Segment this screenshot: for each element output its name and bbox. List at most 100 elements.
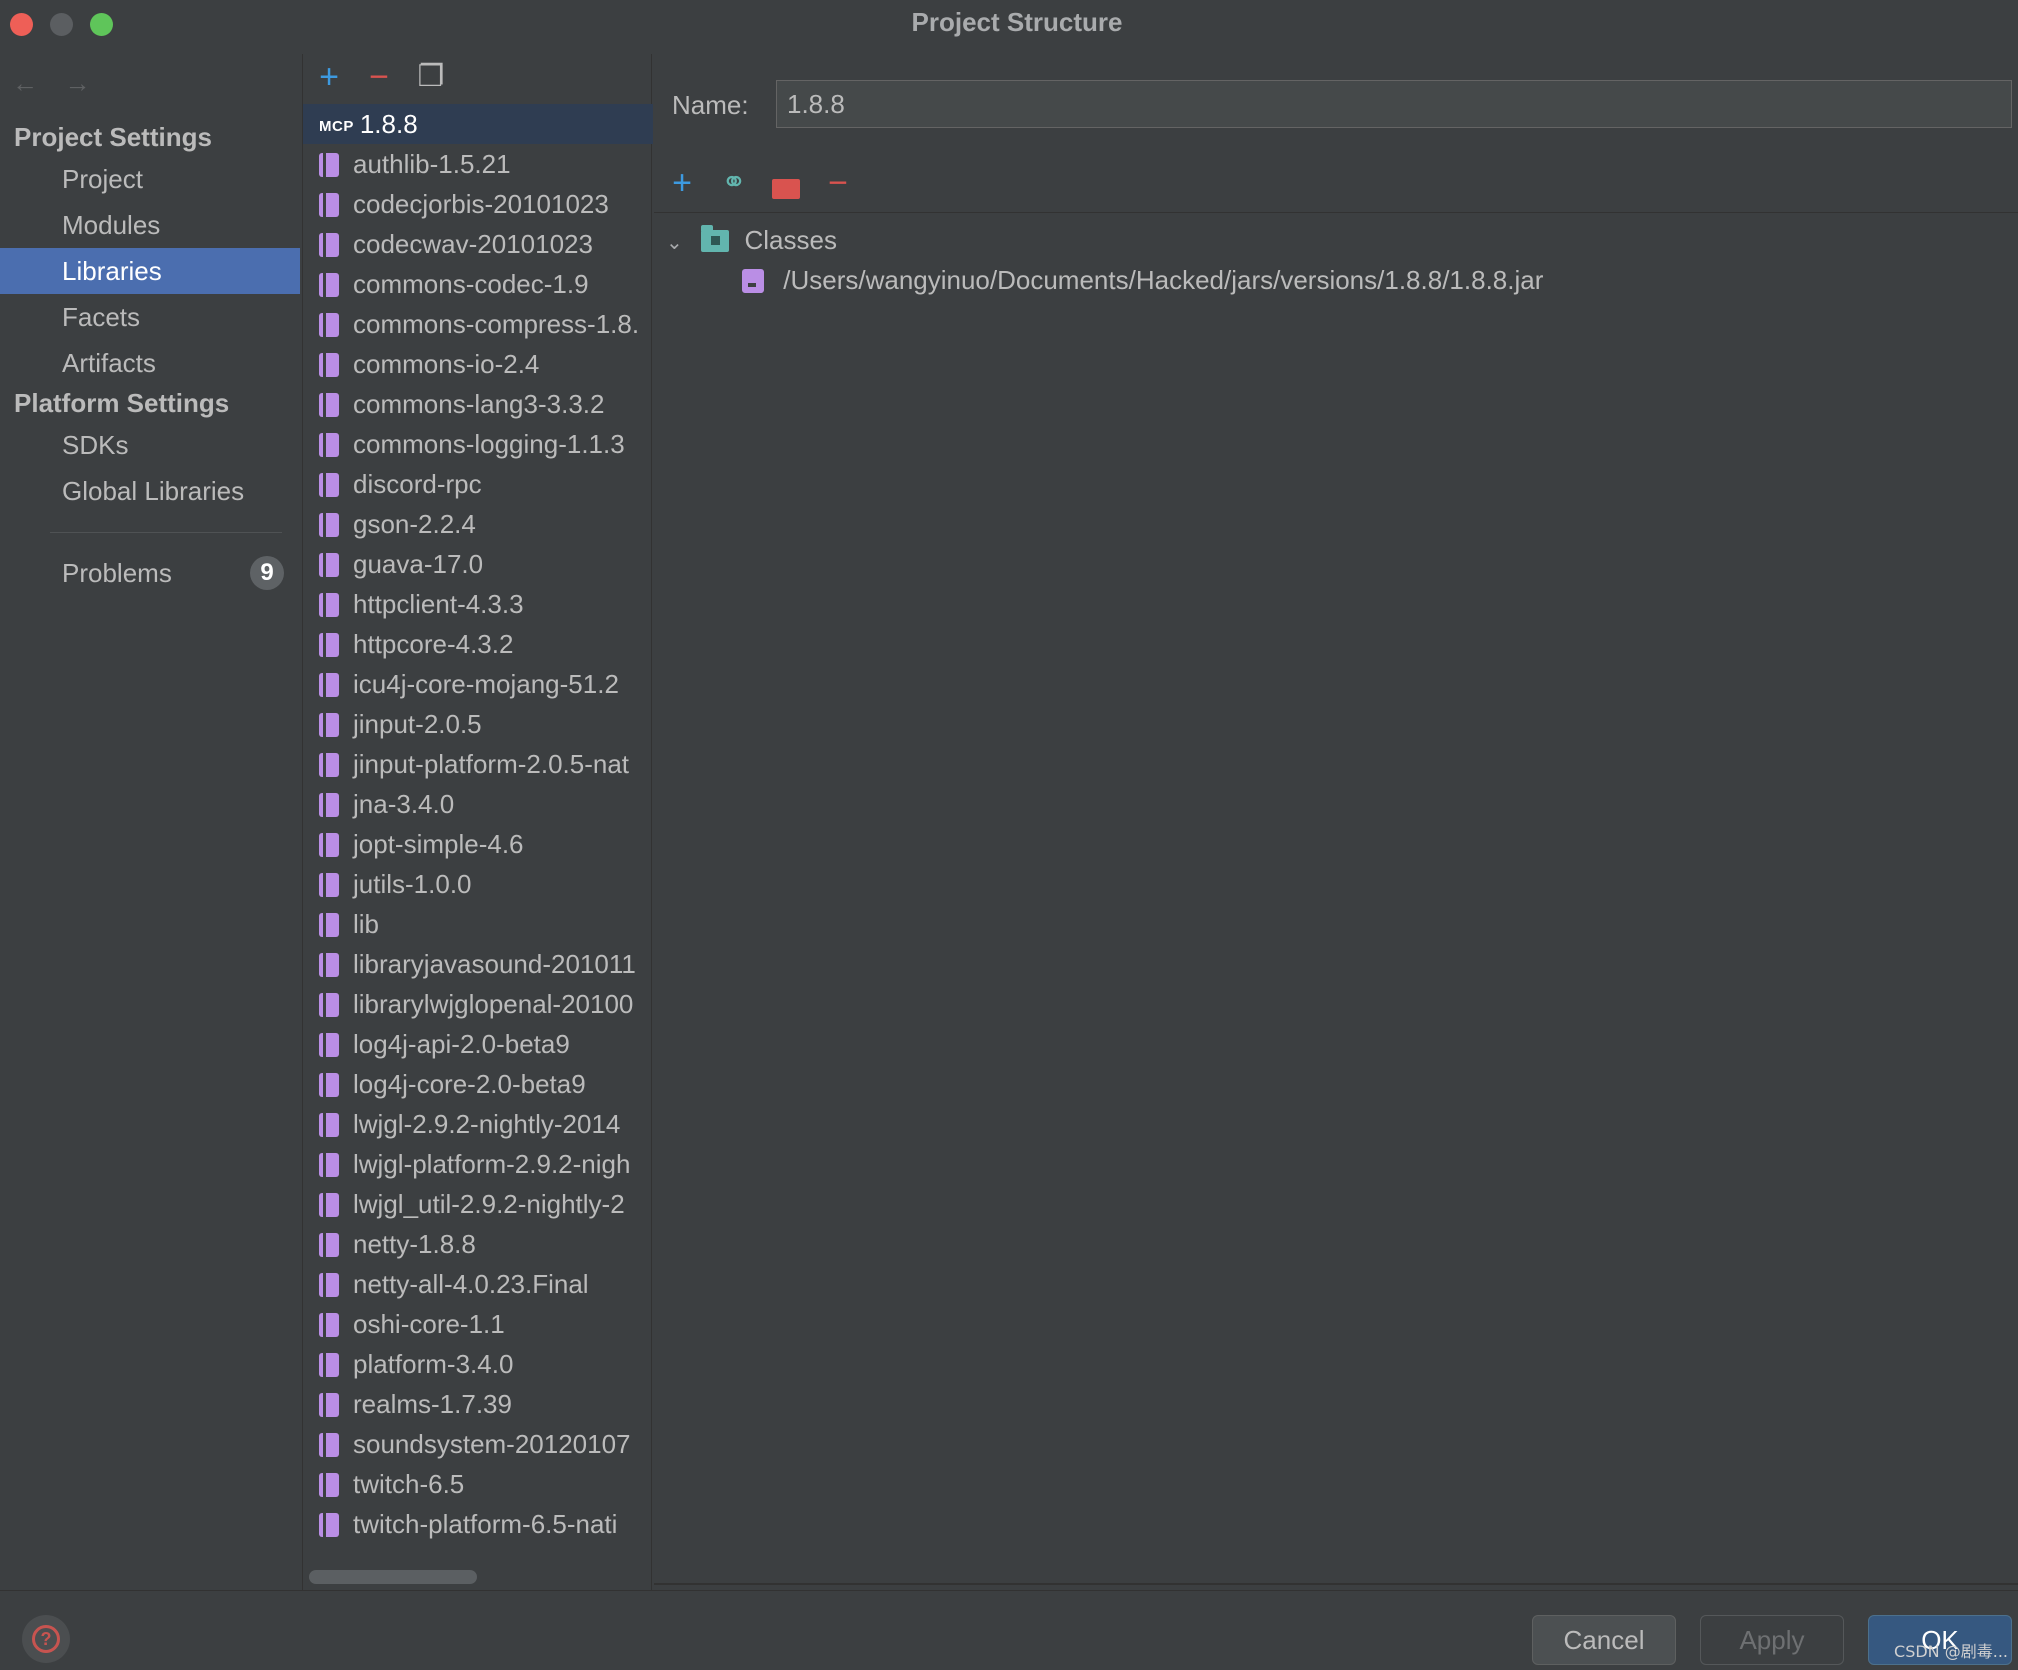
add-root-icon[interactable]: + xyxy=(664,166,700,202)
add-folder-icon[interactable] xyxy=(768,170,804,206)
library-jar-icon xyxy=(319,673,339,697)
library-item-label: soundsystem-20120107 xyxy=(353,1429,631,1459)
bottom-divider xyxy=(654,1583,2018,1585)
add-library-icon[interactable]: + xyxy=(311,60,347,96)
library-item[interactable]: commons-io-2.4 xyxy=(303,344,653,384)
library-item[interactable]: librarylwjglopenal-20100 xyxy=(303,984,653,1024)
sidebar-item-modules[interactable]: Modules xyxy=(0,202,300,248)
class-path-label: /Users/wangyinuo/Documents/Hacked/jars/v… xyxy=(783,265,1544,295)
library-item[interactable]: authlib-1.5.21 xyxy=(303,144,653,184)
sidebar-divider xyxy=(50,532,282,533)
library-item[interactable]: platform-3.4.0 xyxy=(303,1344,653,1384)
library-jar-icon xyxy=(319,353,339,377)
sidebar-item-problems[interactable]: Problems 9 xyxy=(0,550,300,596)
library-item-label: guava-17.0 xyxy=(353,549,484,579)
help-button[interactable]: ? xyxy=(22,1615,70,1663)
library-jar-icon xyxy=(319,1313,339,1337)
back-arrow-icon[interactable]: ← xyxy=(12,68,38,99)
library-item[interactable]: icu4j-core-mojang-51.2 xyxy=(303,664,653,704)
forward-arrow-icon[interactable]: → xyxy=(64,68,90,99)
mcp-icon: MCP xyxy=(319,118,354,135)
remove-root-icon[interactable]: − xyxy=(820,166,856,202)
library-item[interactable]: jinput-platform-2.0.5-nat xyxy=(303,744,653,784)
sidebar-item-artifacts[interactable]: Artifacts xyxy=(0,340,300,386)
library-jar-icon xyxy=(319,753,339,777)
library-item[interactable]: netty-all-4.0.23.Final xyxy=(303,1264,653,1304)
library-jar-icon xyxy=(319,1473,339,1497)
library-jar-icon xyxy=(319,1513,339,1537)
library-item-selected[interactable]: MCP 1.8.8 xyxy=(303,104,653,144)
library-item[interactable]: gson-2.2.4 xyxy=(303,504,653,544)
library-item[interactable]: twitch-6.5 xyxy=(303,1464,653,1504)
library-item[interactable]: commons-codec-1.9 xyxy=(303,264,653,304)
copy-library-icon[interactable]: ❐ xyxy=(413,60,449,96)
library-item-label: log4j-core-2.0-beta9 xyxy=(353,1069,586,1099)
library-item-label: jna-3.4.0 xyxy=(353,789,455,819)
library-item[interactable]: oshi-core-1.1 xyxy=(303,1304,653,1344)
apply-button[interactable]: Apply xyxy=(1700,1615,1844,1665)
library-item[interactable]: libraryjavasound-201011 xyxy=(303,944,653,984)
library-jar-icon xyxy=(319,793,339,817)
remove-library-icon[interactable]: − xyxy=(361,60,397,96)
library-jar-icon xyxy=(319,513,339,537)
sidebar-item-facets[interactable]: Facets xyxy=(0,294,300,340)
name-label: Name: xyxy=(672,90,749,120)
library-item[interactable]: twitch-platform-6.5-nati xyxy=(303,1504,653,1544)
sidebar: ← → Project Settings Project Modules Lib… xyxy=(0,54,300,1590)
library-item[interactable]: commons-lang3-3.3.2 xyxy=(303,384,653,424)
sidebar-item-global-libraries[interactable]: Global Libraries xyxy=(0,468,300,514)
attach-url-link-icon[interactable]: ⚭ xyxy=(716,166,752,202)
library-item[interactable]: log4j-core-2.0-beta9 xyxy=(303,1064,653,1104)
library-item[interactable]: lib xyxy=(303,904,653,944)
library-item-label: httpcore-4.3.2 xyxy=(353,629,514,659)
nav-arrows: ← → xyxy=(12,68,112,98)
library-item[interactable]: soundsystem-20120107 xyxy=(303,1424,653,1464)
library-item-label: icu4j-core-mojang-51.2 xyxy=(353,669,619,699)
library-item-label: codecjorbis-20101023 xyxy=(353,189,609,219)
platform-settings-heading: Platform Settings xyxy=(14,388,230,418)
sidebar-item-libraries[interactable]: Libraries xyxy=(0,248,300,294)
horizontal-scrollbar[interactable] xyxy=(309,1570,477,1584)
library-item[interactable]: lwjgl_util-2.9.2-nightly-2 xyxy=(303,1184,653,1224)
chevron-down-icon[interactable]: ⌄ xyxy=(666,223,694,263)
library-item-label: 1.8.8 xyxy=(359,109,418,139)
library-item[interactable]: lwjgl-2.9.2-nightly-2014 xyxy=(303,1104,653,1144)
library-jar-icon xyxy=(319,873,339,897)
sidebar-item-sdks[interactable]: SDKs xyxy=(0,422,300,468)
library-item[interactable]: realms-1.7.39 xyxy=(303,1384,653,1424)
library-jar-icon xyxy=(319,433,339,457)
classes-node[interactable]: ⌄ Classes xyxy=(666,220,837,260)
library-item-label: httpclient-4.3.3 xyxy=(353,589,524,619)
library-item[interactable]: commons-compress-1.8. xyxy=(303,304,653,344)
library-name-input[interactable] xyxy=(776,80,2012,128)
library-item[interactable]: jna-3.4.0 xyxy=(303,784,653,824)
library-jar-icon xyxy=(319,633,339,657)
library-item[interactable]: jopt-simple-4.6 xyxy=(303,824,653,864)
library-item[interactable]: discord-rpc xyxy=(303,464,653,504)
library-item[interactable]: codecjorbis-20101023 xyxy=(303,184,653,224)
library-item-label: libraryjavasound-201011 xyxy=(353,949,636,979)
library-item-label: lib xyxy=(353,909,380,939)
library-item[interactable]: httpclient-4.3.3 xyxy=(303,584,653,624)
library-item[interactable]: log4j-api-2.0-beta9 xyxy=(303,1024,653,1064)
classes-label: Classes xyxy=(744,225,837,255)
library-item[interactable]: jutils-1.0.0 xyxy=(303,864,653,904)
classes-toolbar: + ⚭ − xyxy=(664,164,964,204)
library-item-label: codecwav-20101023 xyxy=(353,229,593,259)
library-jar-icon xyxy=(319,473,339,497)
library-item[interactable]: lwjgl-platform-2.9.2-nigh xyxy=(303,1144,653,1184)
cancel-button[interactable]: Cancel xyxy=(1532,1615,1676,1665)
library-item[interactable]: httpcore-4.3.2 xyxy=(303,624,653,664)
library-item[interactable]: jinput-2.0.5 xyxy=(303,704,653,744)
class-path-node[interactable]: /Users/wangyinuo/Documents/Hacked/jars/v… xyxy=(742,260,1543,300)
library-item[interactable]: netty-1.8.8 xyxy=(303,1224,653,1264)
bottom-bar: ? Cancel Apply OK CSDN @剧毒... xyxy=(0,1590,2018,1670)
library-item[interactable]: codecwav-20101023 xyxy=(303,224,653,264)
library-jar-icon xyxy=(319,993,339,1017)
library-item-label: oshi-core-1.1 xyxy=(353,1309,505,1339)
library-item[interactable]: commons-logging-1.1.3 xyxy=(303,424,653,464)
library-jar-icon xyxy=(319,1033,339,1057)
sidebar-item-project[interactable]: Project xyxy=(0,156,300,202)
library-item[interactable]: guava-17.0 xyxy=(303,544,653,584)
library-item-label: netty-all-4.0.23.Final xyxy=(353,1269,589,1299)
